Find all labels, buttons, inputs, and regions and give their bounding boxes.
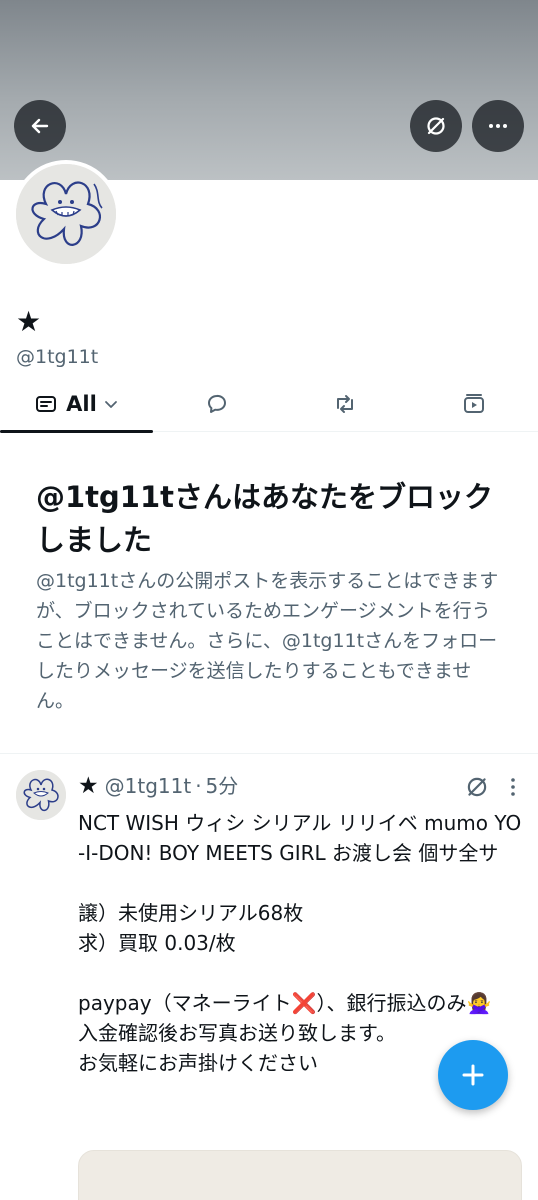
hide-button[interactable] [410, 100, 462, 152]
feed-icon [36, 396, 57, 412]
post-hide-button[interactable] [464, 774, 490, 800]
more-horizontal-icon [489, 124, 507, 128]
tab-replies[interactable] [190, 376, 244, 432]
profile-name: ★ [16, 305, 42, 338]
profile-avatar[interactable] [12, 160, 120, 268]
arrow-left-icon [31, 118, 49, 134]
active-tab-indicator [0, 430, 153, 433]
tab-media[interactable] [447, 376, 501, 432]
block-notice-title: @1tg11tさんはあなたをブロックしました [36, 480, 494, 557]
chevron-down-icon [104, 401, 117, 408]
post-more-button[interactable] [504, 774, 522, 800]
video-icon [464, 394, 484, 413]
reply-icon [208, 394, 226, 413]
post-author-handle[interactable]: @1tg11t [105, 772, 192, 800]
post-text: NCT WISH ウィシ シリアル リリイベ mumo YO-I-DON! BO… [78, 811, 522, 1075]
repost-icon [337, 395, 353, 413]
plus-icon [462, 1064, 484, 1086]
post-author-name[interactable]: ★ [78, 772, 99, 800]
post-meta-separator: · [195, 774, 202, 798]
profile-tabs: All [0, 376, 538, 433]
tab-reposts[interactable] [318, 376, 372, 432]
profile-handle: @1tg11t [16, 346, 99, 368]
avatar-drawing [16, 770, 66, 820]
post-header: ★ @1tg11t · 5分 [78, 772, 238, 800]
eye-slash-icon [427, 117, 445, 135]
tab-all-label: All [66, 392, 97, 416]
divider [0, 753, 538, 754]
tab-all[interactable]: All [0, 376, 153, 433]
block-notice-description: @1tg11tさんの公開ポストを表示することはできますが、ブロックされているため… [36, 570, 499, 712]
back-button[interactable] [14, 100, 66, 152]
post-media-image[interactable] [78, 1150, 522, 1200]
post-timestamp[interactable]: 5分 [206, 772, 239, 800]
profile-banner [0, 0, 538, 180]
compose-post-button[interactable] [438, 1040, 508, 1110]
avatar-drawing [16, 164, 116, 264]
more-button[interactable] [472, 100, 524, 152]
post-avatar[interactable] [16, 770, 66, 820]
